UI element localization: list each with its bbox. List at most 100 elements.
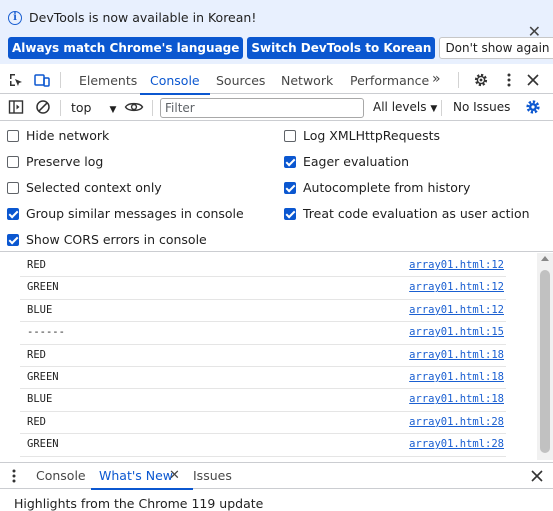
console-message: RED array01.html:28 (20, 412, 506, 435)
inspect-element-icon[interactable] (8, 72, 24, 88)
console-message: GREEN array01.html:28 (20, 434, 506, 457)
info-icon: i (8, 10, 22, 25)
setting-preserve-log[interactable]: Preserve log (7, 154, 103, 169)
message-source-link[interactable]: array01.html:18 (409, 371, 504, 383)
issues-counter[interactable]: No Issues (453, 100, 510, 114)
console-message: GREEN array01.html:12 (20, 277, 506, 300)
log-levels-dropdown[interactable]: All levels ▼ (373, 100, 437, 114)
group-similar-checkbox[interactable] (7, 207, 19, 220)
selected-context-checkbox[interactable] (7, 181, 19, 194)
setting-group-similar[interactable]: Group similar messages in console (7, 206, 244, 221)
toolbar-divider (60, 72, 61, 88)
console-toolbar: top ▼ All levels ▼ No Issues (0, 95, 553, 121)
setting-user-action[interactable]: Treat code evaluation as user action (284, 206, 530, 221)
close-devtools-icon[interactable] (525, 72, 541, 88)
more-options-icon[interactable] (501, 72, 517, 88)
toolbar-divider (441, 100, 442, 116)
filter-input[interactable] (160, 98, 364, 118)
message-source-link[interactable]: array01.html:15 (409, 326, 504, 338)
log-xhr-checkbox[interactable] (284, 129, 296, 142)
toolbar-divider (60, 100, 61, 116)
infobar-message-row: i DevTools is now available in Korean! (8, 10, 256, 25)
drawer-tab-console[interactable]: Console (36, 463, 86, 489)
preserve-log-checkbox[interactable] (7, 155, 19, 168)
setting-label: Selected context only (26, 180, 162, 195)
console-settings-panel: Hide network Preserve log Selected conte… (0, 122, 553, 252)
console-settings-gear-icon[interactable] (525, 99, 541, 115)
drawer-tab-bar: Console What's New ✕ Issues (0, 462, 553, 490)
setting-eager-evaluation[interactable]: Eager evaluation (284, 154, 409, 169)
drawer-menu-icon[interactable] (6, 468, 22, 484)
setting-autocomplete-history[interactable]: Autocomplete from history (284, 180, 470, 195)
more-tabs-icon[interactable]: » (432, 71, 441, 87)
setting-hide-network[interactable]: Hide network (7, 128, 109, 143)
dont-show-again-button[interactable]: Don't show again (439, 37, 553, 59)
tab-network[interactable]: Network (281, 67, 333, 94)
message-text: RED (27, 348, 46, 361)
message-text: BLUE (27, 303, 53, 316)
setting-label: Preserve log (26, 154, 104, 169)
device-toolbar-icon[interactable] (34, 72, 50, 88)
toolbar-divider (152, 100, 153, 116)
message-source-link[interactable]: array01.html:28 (409, 438, 504, 450)
console-message: ------ array01.html:15 (20, 322, 506, 345)
drawer-tab-issues[interactable]: Issues (193, 463, 232, 489)
setting-selected-context-only[interactable]: Selected context only (7, 180, 162, 195)
console-message: GREEN array01.html:18 (20, 367, 506, 390)
message-text: GREEN (27, 438, 59, 451)
message-text: GREEN (27, 281, 59, 294)
toolbar-divider (458, 72, 459, 88)
switch-to-korean-button[interactable]: Switch DevTools to Korean (247, 37, 436, 59)
scroll-up-arrow-icon[interactable] (541, 256, 549, 261)
setting-label: Group similar messages in console (26, 206, 244, 221)
chevron-down-icon: ▼ (430, 104, 438, 114)
message-text: RED (27, 259, 46, 271)
message-source-link[interactable]: array01.html:18 (409, 349, 504, 361)
eager-evaluation-checkbox[interactable] (284, 155, 296, 168)
message-source-link[interactable]: array01.html:12 (409, 259, 504, 271)
message-text: ------ (27, 326, 65, 339)
close-drawer-icon[interactable] (529, 468, 545, 484)
autocomplete-history-checkbox[interactable] (284, 181, 296, 194)
context-selector[interactable]: top ▼ (71, 100, 116, 115)
infobar-message: DevTools is now available in Korean! (29, 10, 257, 25)
setting-label: Log XMLHttpRequests (303, 128, 441, 143)
tab-elements[interactable]: Elements (79, 67, 137, 94)
settings-gear-icon[interactable] (473, 72, 489, 88)
cors-errors-checkbox[interactable] (7, 233, 19, 246)
sidebar-toggle-icon[interactable] (8, 99, 24, 115)
setting-log-xhr[interactable]: Log XMLHttpRequests (284, 128, 440, 143)
console-message: BLUE array01.html:12 (20, 300, 506, 323)
chevron-down-icon: ▼ (109, 105, 117, 115)
messages-scrollbar-thumb[interactable] (540, 270, 550, 453)
message-text: BLUE (27, 393, 53, 406)
tab-performance[interactable]: Performance (350, 67, 429, 94)
language-infobar: i DevTools is now available in Korean! ✕… (0, 0, 553, 64)
message-text: GREEN (27, 371, 59, 383)
main-tab-bar: Elements Console Sources Network Perform… (0, 67, 553, 95)
setting-label: Hide network (26, 128, 110, 143)
message-source-link[interactable]: array01.html:28 (409, 416, 504, 428)
console-message: RED array01.html:18 (20, 345, 506, 367)
message-source-link[interactable]: array01.html:12 (409, 304, 504, 316)
user-action-checkbox[interactable] (284, 207, 296, 220)
clear-console-icon[interactable] (35, 99, 51, 115)
log-levels-value: All levels (373, 100, 427, 114)
setting-label: Eager evaluation (303, 154, 410, 169)
context-selector-value: top (71, 100, 92, 115)
tab-console[interactable]: Console (140, 67, 210, 95)
tab-sources[interactable]: Sources (216, 67, 265, 94)
drawer-tab-whats-new[interactable]: What's New (90, 463, 194, 490)
whats-new-headline: Highlights from the Chrome 119 update (14, 496, 264, 511)
message-text: RED (27, 415, 46, 428)
console-messages: RED array01.html:12 GREEN array01.html:1… (0, 253, 553, 460)
close-tab-icon[interactable]: ✕ (169, 463, 180, 489)
live-expression-eye-icon[interactable] (124, 99, 144, 115)
message-source-link[interactable]: array01.html:18 (409, 393, 504, 405)
always-match-language-button[interactable]: Always match Chrome's language (8, 37, 244, 59)
message-source-link[interactable]: array01.html:12 (409, 281, 504, 293)
hide-network-checkbox[interactable] (7, 129, 19, 142)
console-message: RED array01.html:12 (20, 255, 506, 278)
setting-label: Treat code evaluation as user action (303, 206, 530, 221)
setting-cors-errors[interactable]: Show CORS errors in console (7, 232, 207, 247)
